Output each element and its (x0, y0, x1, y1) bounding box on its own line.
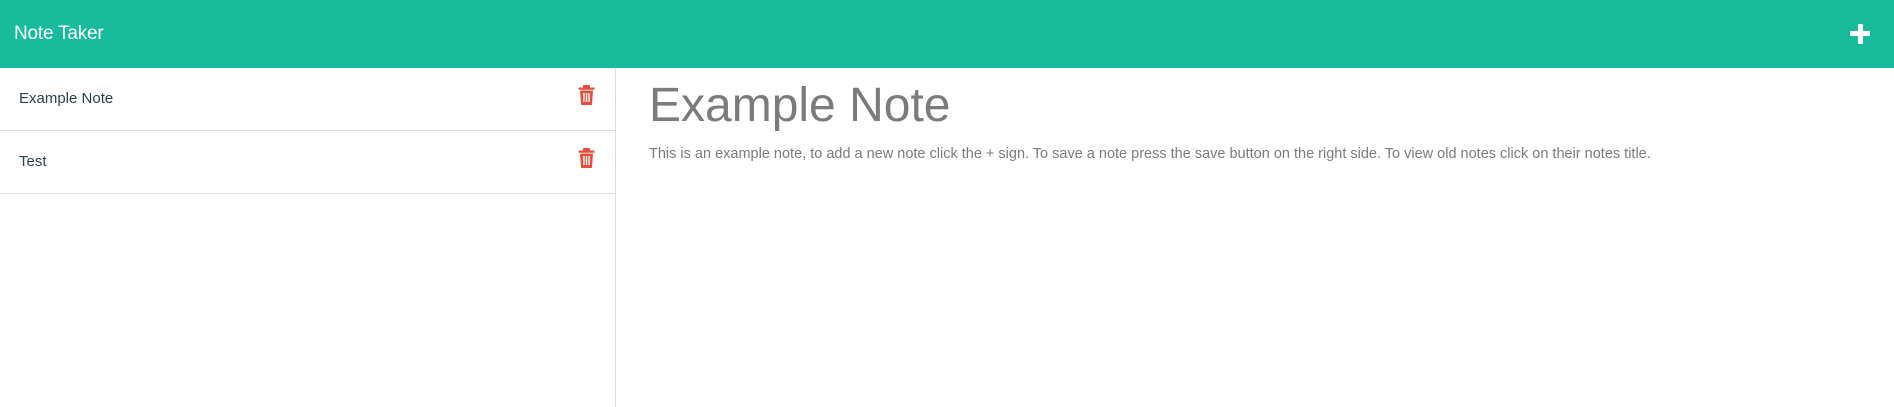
note-title-label[interactable]: Example Note (19, 90, 113, 107)
brand-title[interactable]: Note Taker (14, 23, 104, 45)
note-title-field[interactable]: Example Note (649, 77, 1894, 135)
new-note-plus-icon[interactable] (1846, 20, 1874, 48)
list-item[interactable]: Test (0, 131, 615, 194)
navbar: Note Taker (0, 0, 1894, 68)
list-item[interactable]: Example Note (0, 68, 615, 131)
note-title-label[interactable]: Test (19, 153, 47, 170)
note-text-field[interactable]: This is an example note, to add a new no… (649, 146, 1894, 162)
note-editor: Example Note This is an example note, to… (617, 68, 1894, 407)
trash-icon[interactable] (578, 85, 595, 105)
trash-icon[interactable] (578, 148, 595, 168)
note-list: Example Note Test (0, 68, 616, 407)
